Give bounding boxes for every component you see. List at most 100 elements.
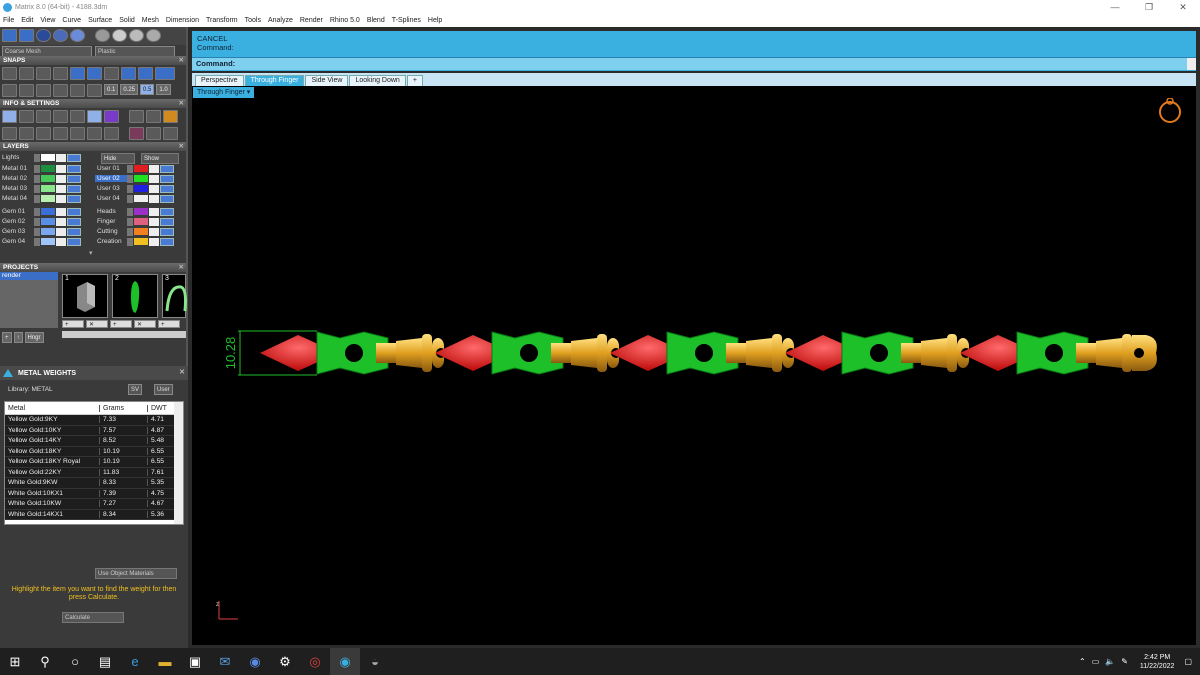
minimize-button[interactable]: —: [1098, 2, 1132, 12]
mail-icon[interactable]: ✉: [210, 648, 240, 675]
close-icon[interactable]: ✕: [179, 142, 184, 151]
layer-row-gem-02[interactable]: Gem 02: [0, 217, 81, 226]
menu-tsplines[interactable]: T-Splines: [392, 17, 421, 24]
lock-icon[interactable]: [56, 194, 66, 203]
menu-transform[interactable]: Transform: [206, 17, 238, 24]
snap-perp-icon[interactable]: [70, 67, 85, 80]
render-sphere-icon[interactable]: [53, 29, 68, 42]
widgets-icon[interactable]: ▤: [90, 648, 120, 675]
lock-icon[interactable]: [56, 164, 66, 173]
snap-mid-icon[interactable]: [19, 67, 34, 80]
menu-help[interactable]: Help: [428, 17, 442, 24]
select-tool-icon[interactable]: [2, 29, 17, 42]
image-icon[interactable]: [163, 110, 178, 123]
search-icon[interactable]: ⚲: [30, 648, 60, 675]
command-scrollbar[interactable]: [1187, 58, 1196, 70]
tab-perspective[interactable]: Perspective: [195, 75, 244, 86]
add-thumb-button[interactable]: +: [158, 320, 180, 328]
task-view-icon[interactable]: ○: [60, 648, 90, 675]
tab-through-finger[interactable]: Through Finger: [244, 75, 305, 86]
lock-icon[interactable]: [56, 174, 66, 183]
menu-blend[interactable]: Blend: [367, 17, 385, 24]
close-icon[interactable]: ✕: [179, 99, 184, 108]
layer-row-gem-04[interactable]: Gem 04: [0, 237, 81, 246]
snap-value-1-0[interactable]: 1.0: [156, 84, 171, 95]
layer-row-cutting[interactable]: Cutting: [95, 227, 174, 236]
add-project-button[interactable]: +: [2, 332, 12, 343]
lock-icon[interactable]: [149, 237, 159, 246]
lock-icon[interactable]: [149, 194, 159, 203]
project-thumb-3[interactable]: 3: [162, 274, 187, 318]
network-icon[interactable]: ▭: [1092, 657, 1100, 666]
settings-icon[interactable]: [2, 110, 17, 123]
link-icon[interactable]: [87, 127, 102, 140]
gem-icon[interactable]: [104, 110, 119, 123]
menu-curve[interactable]: Curve: [62, 17, 81, 24]
notification-icon[interactable]: ▢: [1184, 657, 1192, 666]
col-grams[interactable]: Grams: [99, 404, 147, 412]
globe-icon[interactable]: [36, 127, 51, 140]
pen-icon[interactable]: ✎: [1121, 657, 1128, 666]
cube-icon[interactable]: [53, 127, 68, 140]
snap-project-icon[interactable]: [36, 84, 51, 97]
maximize-button[interactable]: ❐: [1132, 2, 1166, 13]
tree-icon[interactable]: [146, 127, 161, 140]
material-sphere-icon[interactable]: [112, 29, 127, 42]
render-icon[interactable]: [129, 127, 144, 140]
add-thumb-button[interactable]: +: [62, 320, 84, 328]
layer-row-lights[interactable]: Lights: [0, 153, 81, 162]
layer-row-metal-01[interactable]: Metal 01: [0, 164, 81, 173]
snap-knot-icon[interactable]: [121, 67, 136, 80]
lock-icon[interactable]: [56, 207, 66, 216]
table-row[interactable]: Yellow Gold:18KY 10.19 6.55: [5, 446, 183, 457]
snap-value-0-1[interactable]: 0.1: [104, 84, 119, 95]
layer-color[interactable]: [41, 154, 55, 161]
hide-button[interactable]: Hide: [101, 153, 135, 164]
tab-side-view[interactable]: Side View: [305, 75, 349, 86]
table-row[interactable]: White Gold:10KX1 7.39 4.75: [5, 488, 183, 499]
cells-icon[interactable]: [163, 127, 178, 140]
project-item-render[interactable]: render: [0, 272, 58, 280]
close-thumb-button[interactable]: ✕: [86, 320, 108, 328]
clock[interactable]: 2:42 PM 11/22/2022: [1140, 653, 1175, 671]
layer-row-metal-03[interactable]: Metal 03: [0, 184, 81, 193]
edit-icon[interactable]: [87, 110, 102, 123]
layer-row-gem-01[interactable]: Gem 01: [0, 207, 81, 216]
chevron-up-icon[interactable]: ⌃: [1079, 657, 1086, 666]
snap-planar-icon[interactable]: [19, 84, 34, 97]
close-thumb-button[interactable]: ✕: [134, 320, 156, 328]
table-row[interactable]: Yellow Gold:9KY 7.33 4.71: [5, 415, 183, 426]
collapse-icon[interactable]: ▾: [89, 249, 93, 257]
material-sphere-icon[interactable]: [95, 29, 110, 42]
zoom-app-icon[interactable]: ◉: [240, 648, 270, 675]
snap-tan-icon[interactable]: [87, 67, 102, 80]
layer-row-heads[interactable]: Heads: [95, 207, 174, 216]
table-row[interactable]: White Gold:9KW 8.33 5.35: [5, 478, 183, 489]
snap-filter-icon[interactable]: [87, 84, 102, 97]
table-row[interactable]: Yellow Gold:18KY Royal 10.19 6.55: [5, 457, 183, 468]
chart-icon[interactable]: [146, 110, 161, 123]
material-sphere-icon[interactable]: [129, 29, 144, 42]
snap-record-icon[interactable]: [70, 84, 85, 97]
menu-mesh[interactable]: Mesh: [142, 17, 159, 24]
viewport-tool-icon[interactable]: [19, 29, 34, 42]
layer-row-gem-03[interactable]: Gem 03: [0, 227, 81, 236]
lock-icon[interactable]: [149, 174, 159, 183]
menu-file[interactable]: File: [3, 17, 14, 24]
info-icon[interactable]: [70, 110, 85, 123]
table-row[interactable]: White Gold:10KW 7.27 4.67: [5, 499, 183, 510]
snap-value-0-25[interactable]: 0.25: [120, 84, 139, 95]
lock-icon[interactable]: [149, 227, 159, 236]
tool-icon[interactable]: [129, 110, 144, 123]
lock-icon[interactable]: [149, 217, 159, 226]
lock-icon[interactable]: [149, 207, 159, 216]
table-row[interactable]: White Gold:14KX1 8.34 5.36: [5, 509, 183, 520]
menu-view[interactable]: View: [40, 17, 55, 24]
shade-sphere-icon[interactable]: [36, 29, 51, 42]
layer-row-metal-04[interactable]: Metal 04: [0, 194, 81, 203]
zoom-icon[interactable]: [19, 110, 34, 123]
snap-int-icon[interactable]: [53, 67, 68, 80]
viewport-name[interactable]: Through Finger ▾: [193, 87, 255, 98]
close-icon[interactable]: ✕: [179, 368, 185, 376]
projects-scrollbar[interactable]: [62, 331, 186, 338]
